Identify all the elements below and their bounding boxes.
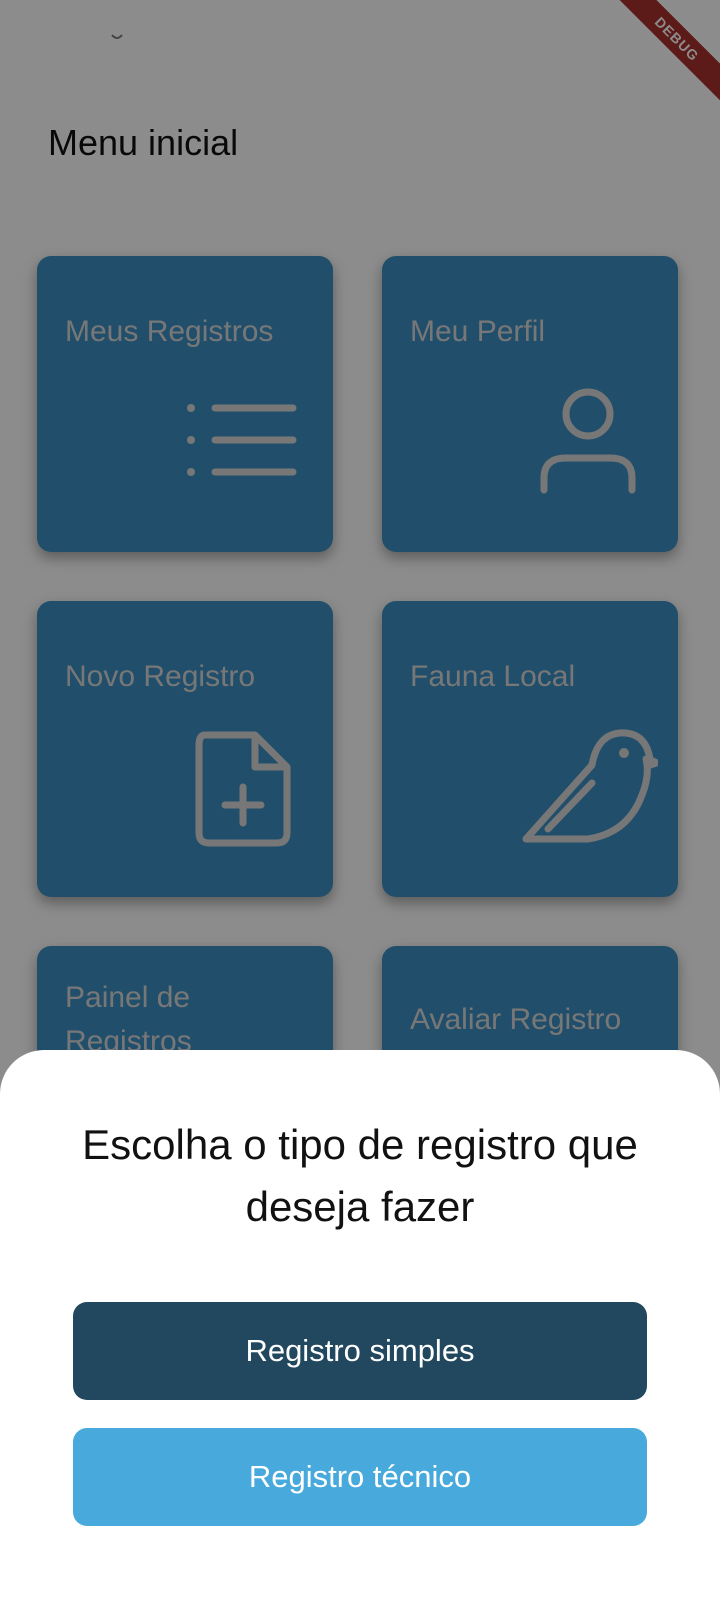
registro-simples-button[interactable]: Registro simples xyxy=(73,1302,647,1400)
bottom-sheet: Escolha o tipo de registro que deseja fa… xyxy=(0,1050,720,1600)
home-screen: 12:15 DEBUG Menu inicial Meus Registros … xyxy=(0,0,720,1600)
registro-tecnico-button[interactable]: Registro técnico xyxy=(73,1428,647,1526)
bottom-sheet-title: Escolha o tipo de registro que deseja fa… xyxy=(82,1121,638,1230)
